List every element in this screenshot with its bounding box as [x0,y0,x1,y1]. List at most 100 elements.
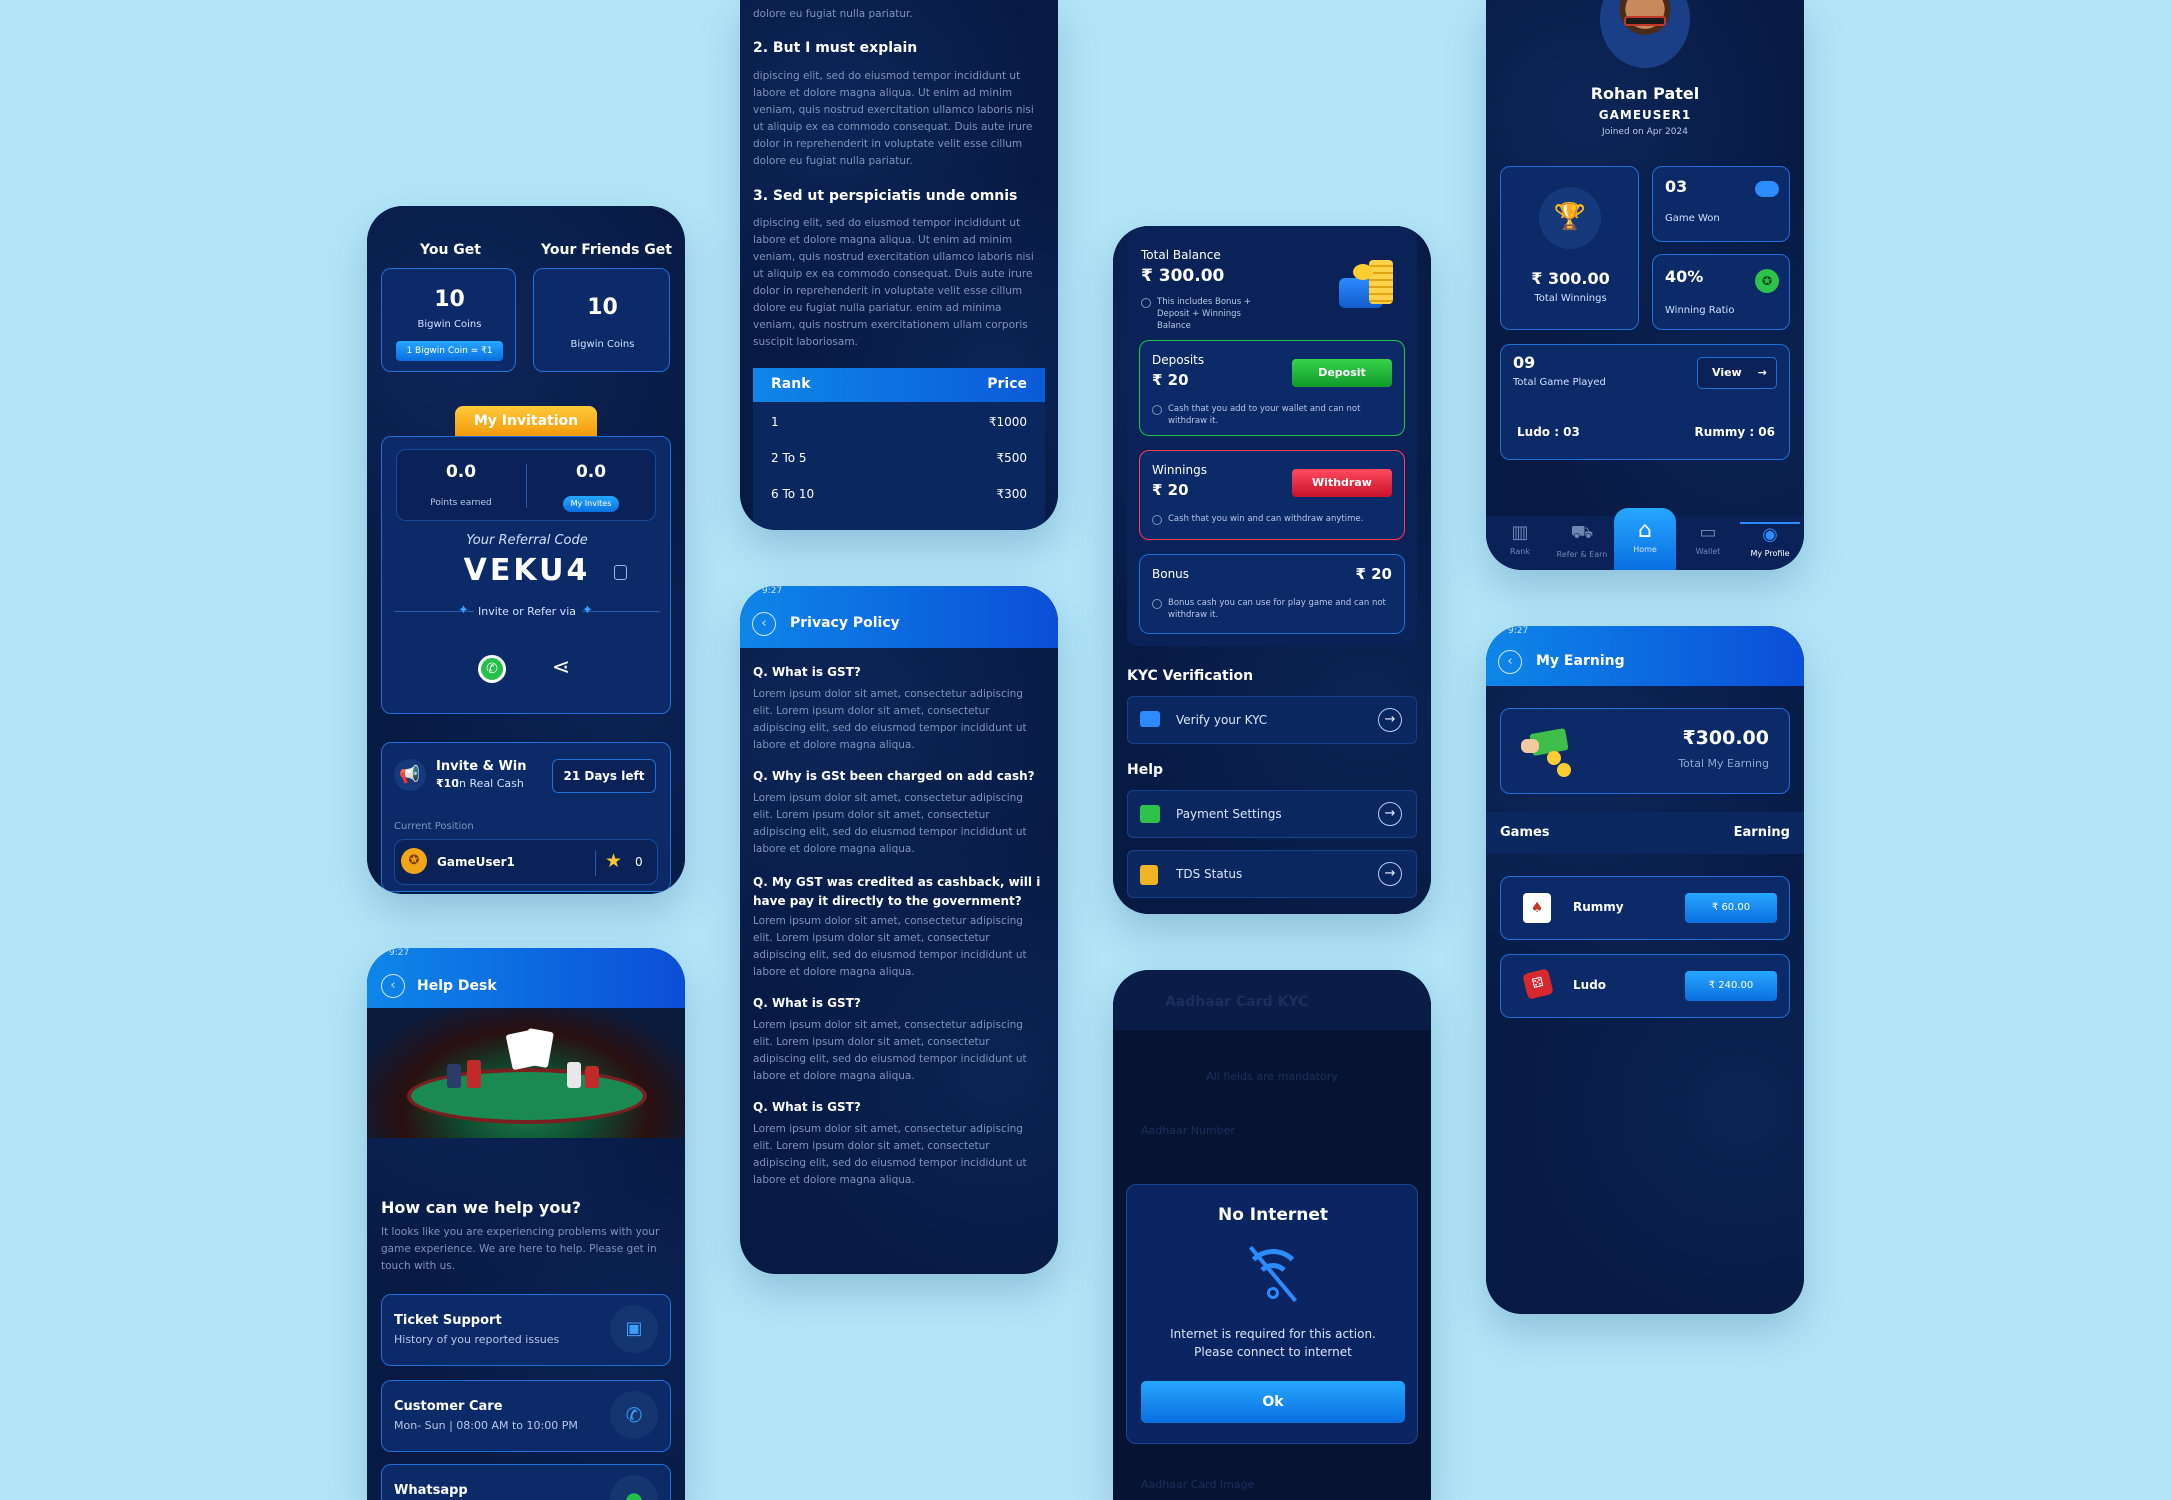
phone-icon: ✆ [610,1391,658,1439]
withdraw-button[interactable]: Withdraw [1292,469,1392,497]
game-won-card: 03 Game Won [1652,166,1790,242]
coin [1557,763,1571,777]
tds-status-row[interactable]: TDS Status → [1127,850,1417,898]
section3-title: 3. Sed ut perspiciatis unde omnis [753,188,1018,204]
coin-stack [1353,264,1373,280]
game-won-value: 03 [1665,177,1688,196]
question-4: Q. What is GST? [753,996,861,1010]
verify-kyc-row[interactable]: Verify your KYC → [1127,696,1417,744]
chips-stack [567,1062,581,1088]
you-get-unit: Bigwin Coins [417,319,482,330]
winnings-label: Winnings [1152,463,1207,477]
nav-refer-earn[interactable]: ⛟ Refer & Earn [1552,522,1612,566]
nav-rank-label: Rank [1510,547,1530,556]
question-3: Q. My GST was credited as cashback, will… [753,875,1041,908]
ticket-support-button[interactable]: Ticket Support History of you reported i… [381,1294,671,1366]
view-label: View [1712,366,1742,379]
whatsapp-title: Whatsapp [394,1483,468,1498]
phone-aadhaar-kyc: Aadhaar Card KYC All fields are mandator… [1113,970,1431,1500]
megaphone-icon: 📢 [394,759,426,791]
back-button[interactable]: ‹ [1498,650,1522,674]
arrow-right-icon: → [1378,708,1402,732]
tds-status-label: TDS Status [1176,867,1243,881]
view-button[interactable]: View → [1697,357,1777,389]
nav-my-profile[interactable]: ◉ My Profile [1740,522,1800,566]
whatsapp-icon[interactable]: ✆ [478,655,506,683]
nav-rank[interactable]: ▥ Rank [1490,522,1550,566]
rummy-count: Rummy : 06 [1694,425,1775,439]
casino-table-felt [407,1068,647,1124]
invites-label[interactable]: My Invites [563,496,619,512]
referral-code: VEKU4 [463,553,591,588]
back-button[interactable]: ‹ [381,974,405,998]
points-label: Points earned [430,498,492,508]
care-title: Customer Care [394,1399,503,1414]
status-time: 9:27 [1508,626,1529,636]
wallet-icon [1140,805,1160,823]
earning-row-ludo: ⚄ Ludo ₹ 240.00 [1500,954,1790,1018]
question-5: Q. What is GST? [753,1100,861,1114]
answer-2: Lorem ipsum dolor sit amet, consectetur … [753,792,1027,855]
chips-stack [467,1060,481,1088]
verify-kyc-label: Verify your KYC [1176,713,1268,727]
bonus-card: Bonus ₹ 20 Bonus cash you can use for pl… [1139,554,1405,634]
invite-via-label: Invite or Refer via [478,605,576,618]
bonus-value: ₹ 20 [1355,565,1392,583]
info-icon [1141,298,1151,308]
winning-ratio-card: 40% Winning Ratio ✪ [1652,254,1790,330]
you-get-value: 10 [434,287,465,312]
earning-header [1486,626,1804,686]
invite-win-title: Invite & Win [436,759,527,774]
earning-row-rummy: ♠ Rummy ₹ 60.00 [1500,876,1790,940]
info-icon [1152,405,1162,415]
section3-text: dipiscing elit, sed do eiusmod tempor in… [753,217,1034,348]
nav-wallet[interactable]: ▭ Wallet [1678,522,1738,566]
ok-button[interactable]: Ok [1141,1381,1405,1423]
nav-wallet-label: Wallet [1695,547,1721,556]
arrow-right-icon: → [1378,862,1402,886]
days-left-badge: 21 Days left [552,759,656,793]
answer-3: Lorem ipsum dolor sit amet, consectetur … [753,915,1027,978]
winnings-note: Cash that you win and can withdraw anyti… [1168,514,1364,524]
winnings-value: ₹ 20 [1152,481,1189,499]
whatsapp-button[interactable]: Whatsapp ● [381,1464,671,1500]
ticket-sub: History of you reported issues [394,1333,560,1346]
copy-icon[interactable] [614,565,627,580]
rank-table: Rank Price 1 ₹1000 2 To 5 ₹500 6 To 10 ₹… [753,368,1045,530]
chips-stack [585,1066,599,1088]
no-internet-dialog: No Internet Internet is required for thi… [1126,1184,1418,1444]
nav-home[interactable]: ⌂ Home [1614,508,1676,570]
ticket-icon: ▣ [610,1305,658,1353]
invite-win-card: 📢 Invite & Win ₹10 in Real Cash 21 Days … [381,742,671,892]
dice-icon: ⚄ [1522,968,1554,1000]
question-1: Q. What is GST? [753,665,861,679]
position-row: ✪ GameUser1 ★ 0 [394,839,658,885]
top-paragraph-tail: dolore eu fugiat nulla pariatur. [753,8,913,20]
arrow-right-icon: → [1378,802,1402,826]
help-title: Help Desk [417,978,497,994]
cards-icon: ♠ [1523,893,1551,923]
rank-row-1: 1 [771,415,779,429]
phone-terms: dolore eu fugiat nulla pariatur. 2. But … [740,0,1058,530]
help-header [367,948,685,1008]
playing-cards [522,1028,554,1068]
coin-stack [1369,260,1393,304]
price-col-header: Price [987,376,1027,392]
total-winnings-label: Total Winnings [1534,293,1607,304]
deposits-card: Deposits ₹ 20 Deposit Cash that you add … [1139,340,1405,436]
info-icon [1152,515,1162,525]
coin [1547,751,1561,765]
deposit-button[interactable]: Deposit [1292,359,1392,387]
share-icon[interactable]: ⋖ [546,653,576,683]
game-won-label: Game Won [1665,213,1720,224]
invitation-tab[interactable]: My Invitation [455,406,597,436]
dialog-message-1: Internet is required for this action. [1170,1327,1376,1341]
status-time: 9:27 [389,948,410,958]
back-button[interactable]: ‹ [752,612,776,636]
payment-settings-row[interactable]: Payment Settings → [1127,790,1417,838]
friends-get-value: 10 [587,295,618,320]
earning-col-header: Earning [1733,825,1790,840]
referral-code-label: Your Referral Code [466,533,588,548]
customer-care-button[interactable]: Customer Care Mon- Sun | 08:00 AM to 10:… [381,1380,671,1452]
position-user: GameUser1 [437,855,515,869]
